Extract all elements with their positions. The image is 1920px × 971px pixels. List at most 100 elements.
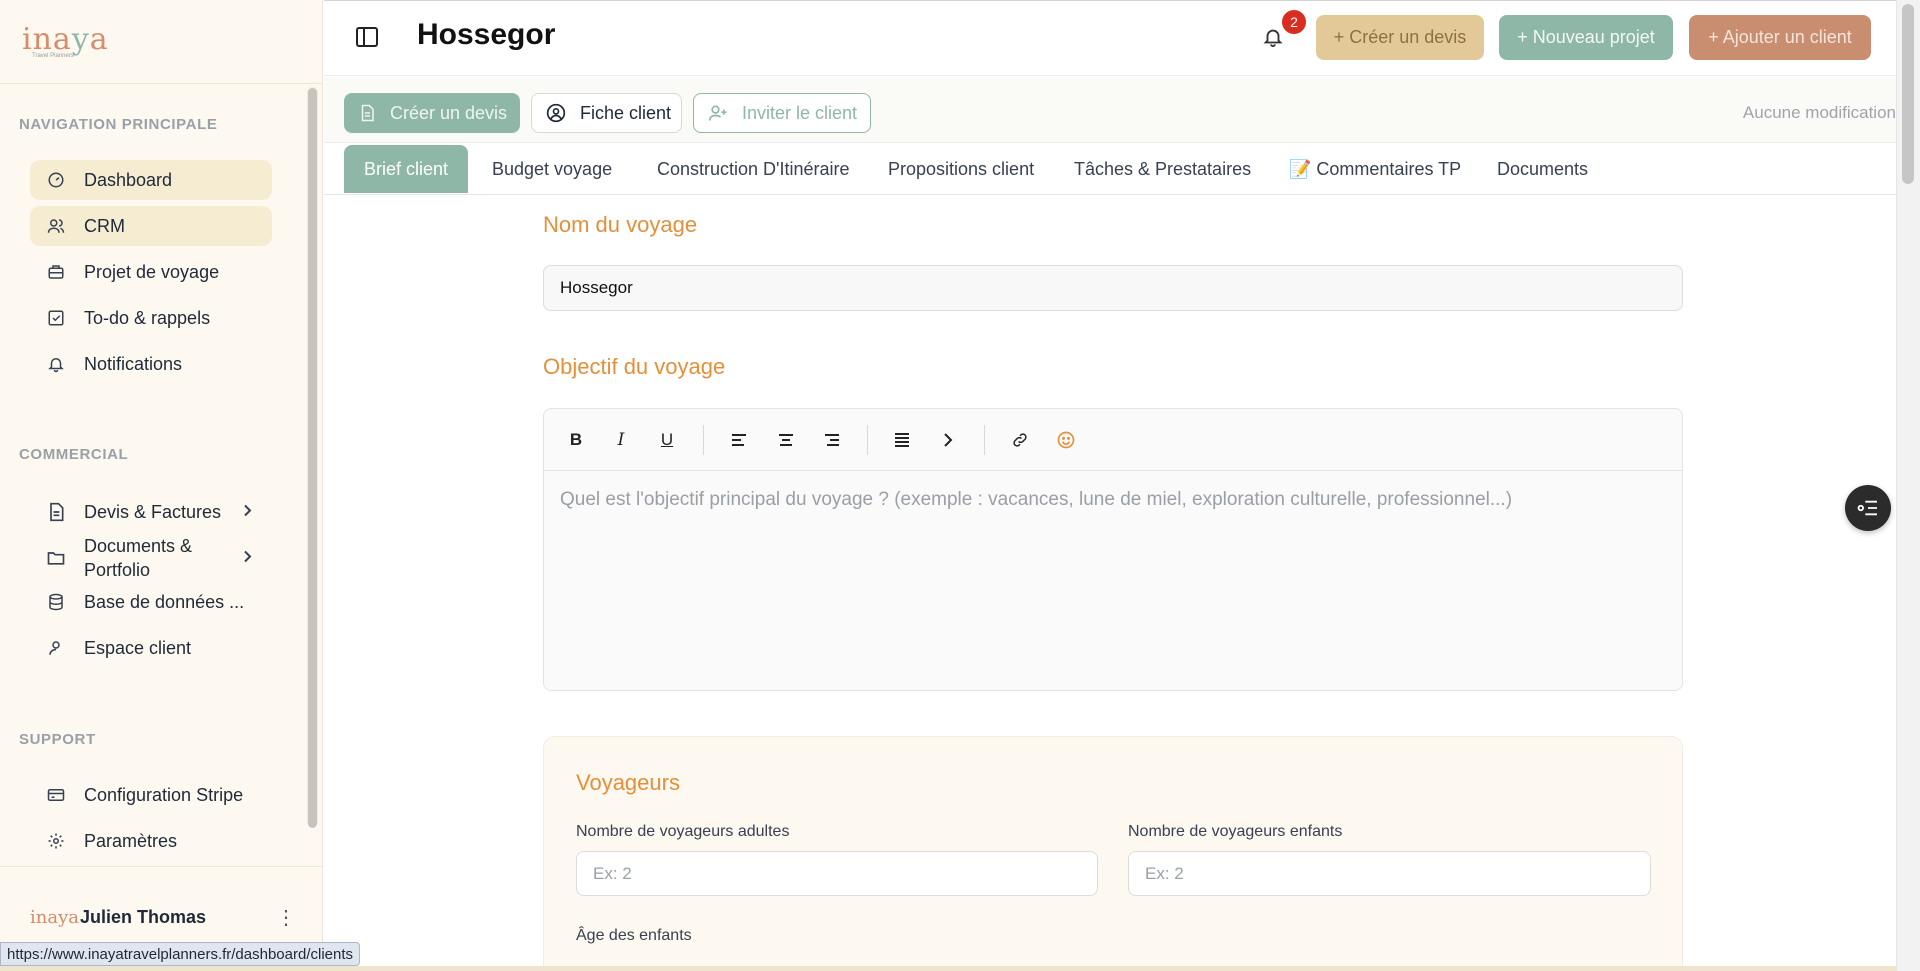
tab-taches-prestataires[interactable]: Tâches & Prestataires <box>1074 145 1251 193</box>
chevron-right-icon <box>242 548 254 569</box>
bold-icon[interactable]: B <box>563 427 589 453</box>
sidebar-item-label: Paramètres <box>84 830 178 851</box>
align-center-icon[interactable] <box>773 427 799 453</box>
sidebar-item-label: To-do & rappels <box>84 307 211 328</box>
sidebar-item-projet[interactable]: Projet de voyage <box>30 252 272 292</box>
sidebar-item-notifications[interactable]: Notifications <box>30 344 272 384</box>
button-label: Créer un devis <box>390 102 508 123</box>
sidebar-toggle-icon[interactable] <box>356 27 378 47</box>
page-title: Hossegor <box>417 18 556 51</box>
page-scrollbar-thumb[interactable] <box>1902 4 1914 184</box>
user-plus-icon <box>708 103 728 123</box>
floating-menu-button[interactable] <box>1845 485 1891 531</box>
tab-propositions-client[interactable]: Propositions client <box>888 145 1034 193</box>
tab-construction-itineraire[interactable]: Construction D'Itinéraire <box>657 145 850 193</box>
children-input[interactable]: Ex: 2 <box>1128 851 1651 896</box>
sidebar-item-label: Documents & Portfolio <box>84 536 193 580</box>
tab-brief-client[interactable]: Brief client <box>344 145 469 193</box>
adults-label: Nombre de voyageurs adultes <box>576 823 790 840</box>
logo-text: inaya <box>22 21 109 57</box>
bell-icon <box>46 354 66 374</box>
sidebar-item-parametres[interactable]: Paramètres <box>30 821 272 861</box>
tab-budget-voyage[interactable]: Budget voyage <box>492 145 612 193</box>
top-header: Hossegor 2 + Créer un devis + Nouveau pr… <box>324 0 1920 76</box>
app: inaya Travel Planners NAVIGATION PRINCIP… <box>0 0 1920 971</box>
more-vertical-icon[interactable]: ⋮ <box>276 905 296 930</box>
button-label: Inviter le client <box>742 102 858 123</box>
sidebar-item-crm[interactable]: CRM <box>30 206 272 246</box>
section-label-commercial: COMMERCIAL <box>19 446 129 463</box>
database-icon <box>46 592 66 612</box>
user-circle-icon <box>546 103 566 123</box>
sidebar-item-documents[interactable]: Documents & Portfolio <box>30 534 272 582</box>
link-icon[interactable] <box>1007 427 1033 453</box>
justify-icon[interactable] <box>889 427 915 453</box>
settings-icon <box>46 831 66 851</box>
editor-toolbar: B I U <box>544 409 1682 471</box>
sidebar-item-label: CRM <box>84 215 125 236</box>
travelers-title: Voyageurs <box>576 770 680 795</box>
user-avatar: inaya <box>30 907 79 928</box>
status-bar-url: https://www.inayatravelplanners.fr/dashb… <box>0 942 361 966</box>
trip-name-input[interactable]: Hossegor <box>543 265 1683 311</box>
add-client-button[interactable]: + Ajouter un client <box>1689 15 1871 60</box>
italic-icon[interactable]: I <box>608 427 634 453</box>
sidebar-item-label: Notifications <box>84 353 183 374</box>
sidebar-item-devis[interactable]: Devis & Factures <box>30 488 272 536</box>
sidebar: inaya Travel Planners NAVIGATION PRINCIP… <box>0 0 323 971</box>
sidebar-item-dashboard[interactable]: Dashboard <box>30 160 272 200</box>
sidebar-item-todo[interactable]: To-do & rappels <box>30 298 272 338</box>
notification-bell-icon[interactable] <box>1262 25 1286 51</box>
sidebar-item-espace-client[interactable]: Espace client <box>30 628 272 668</box>
briefcase-icon <box>46 262 66 282</box>
trip-objective-title: Objectif du voyage <box>543 354 726 379</box>
chevron-right-icon <box>242 502 254 523</box>
tab-commentaires-tp[interactable]: 📝 Commentaires TP <box>1289 145 1461 193</box>
children-label: Nombre de voyageurs enfants <box>1128 823 1343 840</box>
toolbar-divider <box>867 425 868 455</box>
file-text-icon <box>46 502 66 522</box>
trip-name-title: Nom du voyage <box>543 212 698 237</box>
tab-documents[interactable]: Documents <box>1497 145 1588 193</box>
new-project-button[interactable]: + Nouveau projet <box>1499 15 1673 60</box>
align-left-icon[interactable] <box>726 427 752 453</box>
client-card-button[interactable]: Fiche client <box>531 93 682 133</box>
toolbar-divider <box>703 425 704 455</box>
invite-client-button[interactable]: Inviter le client <box>693 93 871 133</box>
travelers-section: Voyageurs Nombre de voyageurs adultes Ex… <box>543 736 1683 971</box>
sidebar-item-stripe[interactable]: Configuration Stripe <box>30 775 272 815</box>
toolbar-divider <box>984 425 985 455</box>
section-label-navigation: NAVIGATION PRINCIPALE <box>19 116 218 133</box>
children-age-label: Âge des enfants <box>576 927 692 944</box>
sidebar-scrollbar-thumb[interactable] <box>308 88 317 828</box>
users-icon <box>46 216 66 236</box>
sidebar-item-database[interactable]: Base de données ... <box>30 582 272 622</box>
emoji-icon[interactable] <box>1053 427 1079 453</box>
trip-objective-editor: B I U Quel est l'objectif principal du v… <box>543 408 1683 691</box>
user-icon <box>46 638 66 658</box>
sidebar-item-label: Projet de voyage <box>84 261 220 282</box>
app-logo[interactable]: inaya Travel Planners <box>22 21 109 59</box>
sidebar-scroll-area: NAVIGATION PRINCIPALE Dashboard CRM Proj… <box>0 84 322 864</box>
file-text-icon <box>358 103 376 123</box>
objective-placeholder[interactable]: Quel est l'objectif principal du voyage … <box>544 471 1682 529</box>
underline-icon[interactable]: U <box>654 427 680 453</box>
action-bar: Créer un devis Fiche client Inviter le c… <box>324 77 1896 143</box>
chevron-right-icon[interactable] <box>935 427 961 453</box>
sidebar-item-label: Base de données ... <box>84 591 245 612</box>
checkbox-icon <box>46 308 66 328</box>
folder-icon <box>46 548 66 568</box>
button-label: Fiche client <box>580 102 672 123</box>
tab-bar: Brief client Budget voyage Construction … <box>324 143 1896 195</box>
save-status: Aucune modification <box>1742 103 1896 122</box>
create-quote-button[interactable]: Créer un devis <box>344 93 520 133</box>
bottom-strip <box>0 966 1896 971</box>
notification-badge: 2 <box>1282 10 1306 34</box>
create-quote-header-button[interactable]: + Créer un devis <box>1316 15 1484 60</box>
align-right-icon[interactable] <box>819 427 845 453</box>
sidebar-item-label: Configuration Stripe <box>84 784 244 805</box>
adults-input[interactable]: Ex: 2 <box>576 851 1098 896</box>
logo-subtitle: Travel Planners <box>32 52 74 59</box>
user-name: Julien Thomas <box>80 907 207 927</box>
sidebar-item-label: Espace client <box>84 637 192 658</box>
